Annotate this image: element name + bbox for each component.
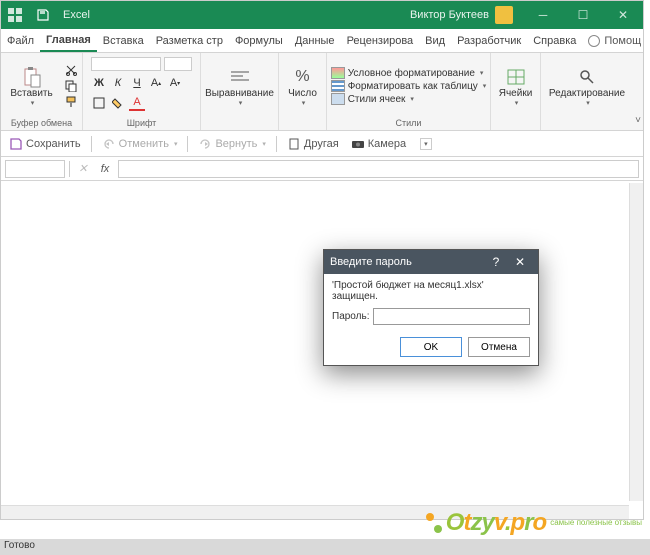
cancel-button[interactable]: Отмена [468,337,530,357]
borders-button[interactable] [91,95,107,111]
close-button[interactable]: ✕ [603,1,643,29]
group-styles: Условное форматирование▾ Форматировать к… [327,53,491,130]
save-icon [9,137,23,151]
cond-format-icon [331,67,345,79]
qat-customize-button[interactable]: ▾ [414,138,436,150]
user-avatar-icon[interactable] [495,6,513,24]
dialog-title: Введите пароль [330,256,484,268]
group-alignment: Выравнивание▾ [201,53,279,130]
status-text: Готово [4,540,35,551]
formula-input[interactable] [118,160,639,178]
app-icon [5,5,25,25]
watermark: Otzyv.pro самые полезные отзывы [422,509,642,537]
page-icon [287,137,301,151]
dialog-message: 'Простой бюджет на месяц1.xlsx' защищен. [332,280,530,302]
ribbon-tabs: Файл Главная Вставка Разметка стр Формул… [1,29,643,53]
editing-button[interactable]: Редактирование▾ [543,64,631,109]
collapse-ribbon-button[interactable]: ˅ [633,53,643,130]
minimize-button[interactable]: ─ [523,1,563,29]
qat-undo-button[interactable]: Отменить▾ [98,137,182,151]
watermark-tagline: самые полезные отзывы [550,519,642,527]
ribbon: Вставить▾ Буфер обмена Ж К [1,53,643,131]
tab-view[interactable]: Вид [419,29,451,52]
font-size-select[interactable] [164,57,192,71]
qat-redo-button[interactable]: Вернуть▾ [194,137,269,151]
decrease-font-button[interactable]: A▾ [167,75,183,91]
user-name[interactable]: Виктор Буктеев [410,9,489,21]
title-bar: Excel Виктор Буктеев ─ ☐ ✕ [1,1,643,29]
alignment-button[interactable]: Выравнивание▾ [199,64,280,109]
qat-other-button[interactable]: Другая [283,137,343,151]
bold-button[interactable]: Ж [91,75,107,91]
cells-icon [505,66,527,88]
dialog-help-button[interactable]: ? [484,252,508,272]
worksheet-area[interactable] [1,183,643,519]
qat-camera-button[interactable]: Камера [347,137,410,151]
watermark-logo-text: Otzyv.pro [446,509,546,537]
tab-insert[interactable]: Вставка [97,29,150,52]
dialog-close-button[interactable]: ✕ [508,252,532,272]
cell-styles-icon [331,93,345,105]
tab-help[interactable]: Справка [527,29,582,52]
watermark-logo-icon [422,513,442,533]
cell-styles-button[interactable]: Стили ячеек▾ [331,93,487,105]
formula-bar: ✕ fx [1,157,643,181]
qat-save-button[interactable]: Сохранить [5,137,85,151]
dialog-titlebar[interactable]: Введите пароль ? ✕ [324,250,538,274]
undo-icon [102,137,116,151]
quick-access-toolbar: Сохранить Отменить▾ Вернуть▾ Другая Каме… [1,131,643,157]
tab-data[interactable]: Данные [289,29,341,52]
password-label: Пароль: [332,311,369,322]
font-color-button[interactable]: A [129,95,145,111]
format-as-table-button[interactable]: Форматировать как таблицу▾ [331,80,487,92]
conditional-formatting-button[interactable]: Условное форматирование▾ [331,67,487,79]
password-dialog: Введите пароль ? ✕ 'Простой бюджет на ме… [323,249,539,366]
group-editing: Редактирование▾ [541,53,633,130]
find-icon [576,66,598,88]
tab-developer[interactable]: Разработчик [451,29,527,52]
password-input[interactable] [373,308,530,325]
tab-file[interactable]: Файл [1,29,40,52]
copy-button[interactable] [63,79,79,93]
group-cells: Ячейки▾ [491,53,541,130]
cut-button[interactable] [63,63,79,77]
paste-button[interactable]: Вставить▾ [4,64,58,109]
chevron-down-icon: ▾ [31,99,35,107]
ok-button[interactable]: OK [400,337,462,357]
bulb-icon [588,35,600,47]
name-box[interactable] [5,160,65,178]
tab-formulas[interactable]: Формулы [229,29,289,52]
fx-button[interactable]: fx [96,160,114,178]
italic-button[interactable]: К [110,75,126,91]
font-name-select[interactable] [91,57,161,71]
tell-me[interactable]: Помощ [582,29,647,52]
app-title: Excel [63,9,90,21]
save-icon[interactable] [33,5,53,25]
group-number: % Число▾ [279,53,327,130]
table-icon [331,80,345,92]
status-bar: Готово [0,539,650,555]
group-font: Ж К Ч A▴ A▾ A Шрифт [83,53,201,130]
fill-color-button[interactable] [110,95,126,111]
chevron-down-icon: ▾ [420,138,432,150]
cancel-formula-button[interactable]: ✕ [74,160,92,178]
vertical-scrollbar[interactable] [629,183,643,501]
number-format-button[interactable]: % Число▾ [282,64,323,109]
tab-review[interactable]: Рецензирова [341,29,420,52]
align-icon [229,66,251,88]
tab-home[interactable]: Главная [40,29,97,52]
tab-page-layout[interactable]: Разметка стр [150,29,229,52]
increase-font-button[interactable]: A▴ [148,75,164,91]
camera-icon [351,137,365,151]
format-painter-button[interactable] [63,95,79,109]
excel-window: Excel Виктор Буктеев ─ ☐ ✕ Файл Главная … [0,0,644,520]
paste-icon [21,66,43,88]
redo-icon [198,137,212,151]
percent-icon: % [292,66,314,88]
cells-button[interactable]: Ячейки▾ [493,64,539,109]
group-clipboard: Вставить▾ Буфер обмена [1,53,83,130]
maximize-button[interactable]: ☐ [563,1,603,29]
underline-button[interactable]: Ч [129,75,145,91]
